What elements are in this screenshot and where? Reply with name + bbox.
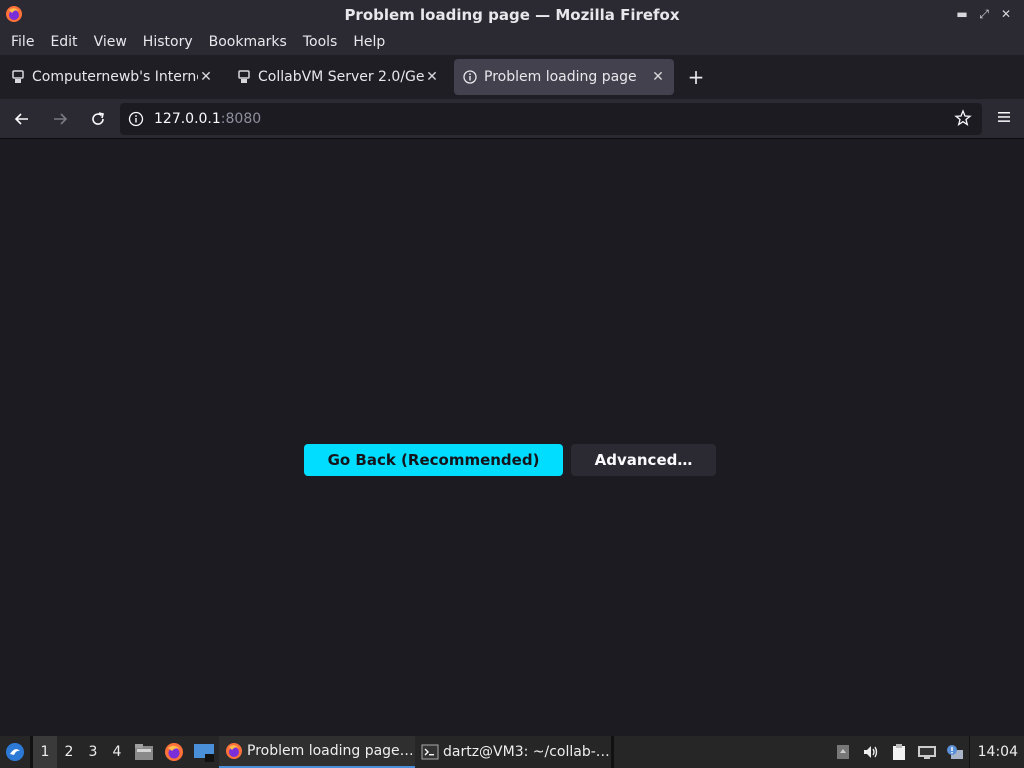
task-label: dartz@VM3: ~/collab-… xyxy=(443,744,610,760)
collabvm-favicon-icon xyxy=(10,69,26,85)
task-firefox[interactable]: Problem loading page… xyxy=(219,736,415,768)
clipboard-icon[interactable] xyxy=(885,736,913,768)
arrow-left-icon xyxy=(14,112,28,125)
desktop-taskbar: 1 2 3 4 Problem loading page… dartz@VM3:… xyxy=(0,736,1024,768)
menu-file[interactable]: File xyxy=(3,34,42,50)
tab-computernewb[interactable]: Computernewb's Internet ✕ xyxy=(2,59,222,95)
tab-label: CollabVM Server 2.0/Gettin xyxy=(258,69,424,85)
forward-button[interactable] xyxy=(44,103,76,135)
go-back-button[interactable]: Go Back (Recommended) xyxy=(304,444,563,476)
window-title: Problem loading page — Mozilla Firefox xyxy=(344,5,680,24)
url-bar[interactable]: 127.0.0.1:8080 xyxy=(120,103,982,135)
clock[interactable]: 14:04 xyxy=(968,736,1024,768)
back-button[interactable] xyxy=(6,103,38,135)
menu-edit[interactable]: Edit xyxy=(42,34,85,50)
tab-close-icon[interactable]: ✕ xyxy=(650,69,666,85)
terminal-icon xyxy=(421,743,439,761)
show-desktop-launcher[interactable] xyxy=(189,736,219,768)
desktop-icon xyxy=(194,744,214,762)
new-tab-button[interactable]: + xyxy=(682,63,710,91)
url-text[interactable]: 127.0.0.1:8080 xyxy=(154,111,261,127)
menu-tools[interactable]: Tools xyxy=(295,34,346,50)
workspace-2[interactable]: 2 xyxy=(57,736,81,768)
menu-history[interactable]: History xyxy=(135,34,201,50)
tab-collabvm-server[interactable]: CollabVM Server 2.0/Gettin ✕ xyxy=(228,59,448,95)
volume-icon[interactable] xyxy=(857,736,885,768)
tab-label: Problem loading page xyxy=(484,69,637,85)
url-port: :8080 xyxy=(220,111,262,127)
reload-button[interactable] xyxy=(82,103,114,135)
notification-icon[interactable] xyxy=(941,736,969,768)
workspace-4[interactable]: 4 xyxy=(105,736,129,768)
tab-close-icon[interactable]: ✕ xyxy=(424,69,440,85)
nav-toolbar: 127.0.0.1:8080 xyxy=(0,99,1024,139)
bookmark-star-icon[interactable] xyxy=(954,109,972,131)
menubar: File Edit View History Bookmarks Tools H… xyxy=(0,29,1024,55)
system-tray: 14:04 xyxy=(829,736,1024,768)
firefox-launcher[interactable] xyxy=(159,736,189,768)
start-menu-button[interactable] xyxy=(0,736,30,768)
workspace-1[interactable]: 1 xyxy=(33,736,57,768)
url-host: 127.0.0.1 xyxy=(154,111,221,127)
close-icon[interactable]: ✕ xyxy=(998,5,1014,23)
folder-icon xyxy=(135,744,153,760)
firefox-icon xyxy=(165,743,183,761)
info-icon xyxy=(462,69,478,85)
task-terminal[interactable]: dartz@VM3: ~/collab-… xyxy=(415,736,611,768)
arrow-right-icon xyxy=(54,112,68,125)
site-info-icon[interactable] xyxy=(126,109,146,129)
network-icon[interactable] xyxy=(913,736,941,768)
restore-icon[interactable]: ⤢ xyxy=(976,5,992,23)
hamburger-menu-icon[interactable] xyxy=(996,109,1012,129)
task-label: Problem loading page… xyxy=(247,743,414,759)
tab-problem-loading[interactable]: Problem loading page ✕ xyxy=(454,59,674,95)
window-titlebar: Problem loading page — Mozilla Firefox ▬… xyxy=(0,0,1024,29)
reload-icon xyxy=(92,111,104,125)
page-content: Go Back (Recommended) Advanced… xyxy=(0,140,1024,736)
minimize-icon[interactable]: ▬ xyxy=(954,5,970,23)
tab-close-icon[interactable]: ✕ xyxy=(198,69,214,85)
separator xyxy=(611,736,614,768)
advanced-button[interactable]: Advanced… xyxy=(571,444,716,476)
menu-help[interactable]: Help xyxy=(345,34,393,50)
lxqt-logo-icon xyxy=(6,743,24,761)
collabvm-favicon-icon xyxy=(236,69,252,85)
firefox-icon xyxy=(225,742,243,760)
menu-bookmarks[interactable]: Bookmarks xyxy=(201,34,295,50)
tab-strip: Computernewb's Internet ✕ CollabVM Serve… xyxy=(0,55,1024,99)
firefox-icon xyxy=(5,5,23,23)
workspace-3[interactable]: 3 xyxy=(81,736,105,768)
tab-label: Computernewb's Internet xyxy=(32,69,198,85)
tray-arrow-icon[interactable] xyxy=(829,736,857,768)
file-manager-launcher[interactable] xyxy=(129,736,159,768)
menu-view[interactable]: View xyxy=(86,34,135,50)
